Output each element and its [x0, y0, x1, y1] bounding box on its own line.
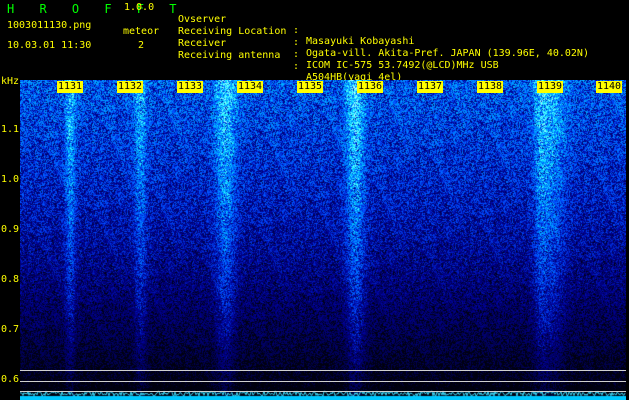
time-tick-1131: 1131	[57, 81, 84, 93]
file-name: 1003011130.png	[7, 20, 92, 31]
meteor-count-value: 2	[138, 40, 145, 51]
info-row-receiver: Receiver : ICOM IC-575 53.7492(@LCD)MHz …	[178, 27, 499, 71]
info-colon: :	[293, 49, 300, 60]
freq-label-0-7: 0.7	[1, 324, 20, 335]
spectrogram-canvas	[20, 80, 626, 400]
time-tick-1140: 1140	[596, 81, 623, 93]
freq-label-0-9: 0.9	[1, 224, 20, 235]
info-value: Ogata-vill. Akita-Pref. JAPAN (139.96E, …	[306, 48, 589, 59]
info-colon: :	[293, 37, 300, 48]
time-tick-1132: 1132	[117, 81, 144, 93]
freq-label-1-0: 1.0	[1, 174, 20, 185]
info-colon: :	[293, 25, 300, 36]
info-row-location: Receiving Location : Ogata-vill. Akita-P…	[178, 15, 589, 59]
time-tick-1139: 1139	[537, 81, 564, 93]
time-tick-1134: 1134	[237, 81, 264, 93]
freq-axis-unit: kHz	[1, 76, 20, 87]
freq-label-0-6: 0.6	[1, 374, 20, 385]
spectrogram	[20, 80, 626, 400]
hroft-window: H R O F F T 1.0.0 1003011130.png 10.03.0…	[0, 0, 629, 400]
info-colon: :	[293, 61, 300, 72]
time-tick-1136: 1136	[357, 81, 384, 93]
app-version: 1.0.0	[124, 2, 155, 13]
time-tick-1137: 1137	[417, 81, 444, 93]
capture-datetime: 10.03.01 11:30	[7, 40, 92, 51]
time-tick-1135: 1135	[297, 81, 324, 93]
info-row-observer: Ovserver : Masayuki Kobayashi	[178, 3, 414, 47]
reference-line	[20, 381, 626, 382]
info-value: ICOM IC-575 53.7492(@LCD)MHz USB	[306, 60, 499, 71]
app-name: H R O F F T	[7, 2, 186, 16]
info-row-antenna: Receiving antenna : A504HB(yagi 4el)	[178, 39, 402, 83]
time-tick-1138: 1138	[477, 81, 504, 93]
meteor-count-label: meteor	[123, 26, 160, 37]
info-key: Receiving antenna	[178, 50, 281, 61]
reference-line	[20, 391, 626, 392]
freq-label-0-8: 0.8	[1, 274, 20, 285]
info-value: Masayuki Kobayashi	[306, 36, 415, 47]
reference-line	[20, 370, 626, 371]
freq-label-1-1: 1.1	[1, 124, 20, 135]
time-tick-1133: 1133	[177, 81, 204, 93]
